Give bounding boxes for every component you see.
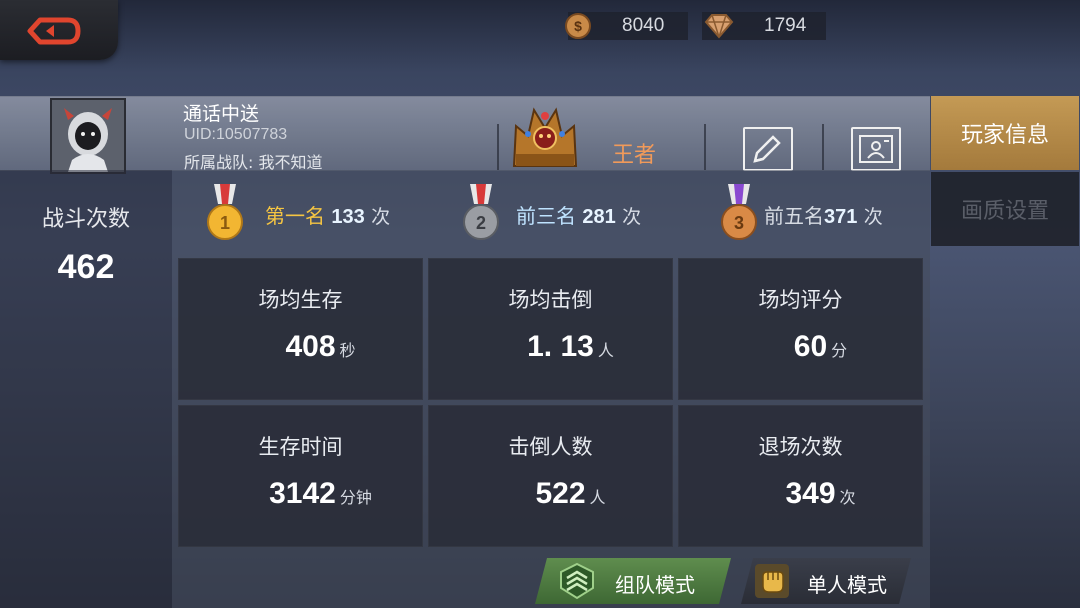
gold-value: 8040 [622, 15, 665, 36]
solo-mode-label: 单人模式 [807, 573, 887, 597]
medal-top5-label: 前五名 [764, 204, 824, 228]
medal-first-stat: 第一名 133 次 [265, 200, 390, 229]
gem-value: 1794 [764, 15, 807, 36]
stat-title: 击倒人数 [508, 435, 593, 459]
medal-top3-stat: 前三名 281 次 [516, 200, 641, 229]
team-mode-label: 组队模式 [615, 573, 695, 597]
stat-title: 生存时间 [258, 435, 343, 459]
medal-top3-label: 前三名 [516, 204, 576, 228]
gold-medal-1-icon: 1 [207, 184, 243, 240]
stat-card-avg-survival: 场均生存 408 秒 [178, 258, 423, 400]
stat-value: 3142 [269, 477, 336, 510]
svg-text:2: 2 [476, 213, 486, 233]
back-arrow-icon [27, 17, 81, 45]
medal-first-unit: 次 [371, 206, 391, 228]
id-card-icon [859, 135, 893, 163]
player-uid: UID:10507783 [184, 126, 288, 143]
svg-text:1: 1 [220, 213, 230, 233]
stat-value: 1. 13 [527, 330, 594, 363]
stat-card-survival-time: 生存时间 3142 分钟 [178, 405, 423, 547]
profile-card-button[interactable] [851, 127, 901, 171]
gem-counter: 1794 [702, 12, 826, 40]
diamond-icon [704, 14, 734, 39]
silver-medal-2-icon: 2 [463, 184, 499, 240]
edit-profile-button[interactable] [743, 127, 793, 171]
battles-label: 战斗次数 [41, 207, 130, 232]
tab-graphics-settings[interactable]: 画质设置 [931, 172, 1079, 246]
team-mode-button[interactable]: 组队模式 [535, 558, 731, 604]
edit-pencil-icon [753, 135, 781, 163]
stat-unit: 分钟 [339, 488, 372, 507]
stat-value: 522 [535, 477, 586, 510]
solo-mode-button[interactable]: 单人模式 [741, 558, 911, 604]
stat-card-avg-rating: 场均评分 60 分 [678, 258, 923, 400]
stat-value: 408 [285, 330, 336, 363]
stat-card-avg-knockdowns: 场均击倒 1. 13 人 [428, 258, 673, 400]
svg-text:3: 3 [734, 213, 744, 233]
svg-text:$: $ [574, 18, 582, 34]
avatar[interactable] [50, 98, 126, 174]
rank-crown-icon [512, 107, 578, 167]
stat-card-total-knockdowns: 击倒人数 522 人 [428, 405, 673, 547]
stat-unit: 秒 [339, 341, 356, 360]
stat-value: 60 [793, 330, 828, 363]
medal-top3-unit: 次 [622, 206, 642, 228]
left-summary-panel [0, 170, 172, 608]
rank-title: 王者 [612, 143, 657, 168]
stat-value: 349 [785, 477, 836, 510]
stat-title: 场均生存 [258, 288, 343, 312]
stat-unit: 人 [589, 488, 606, 507]
medal-top3-count: 281 [582, 206, 616, 228]
bronze-medal-3-icon: 3 [721, 184, 757, 240]
medal-top5-count: 371 [824, 206, 858, 228]
medal-first-count: 133 [331, 206, 365, 228]
divider [497, 124, 499, 170]
stat-unit: 人 [597, 341, 614, 360]
avatar-character-icon [52, 100, 124, 172]
squad-rank-icon [557, 562, 597, 600]
medal-first-label: 第一名 [265, 204, 325, 228]
stat-title: 场均评分 [758, 288, 843, 312]
stat-unit: 次 [839, 488, 856, 507]
divider [704, 124, 706, 170]
tab-player-info[interactable]: 玩家信息 [931, 96, 1079, 170]
fist-icon [753, 562, 791, 600]
medal-top5-stat: 前五名371 次 [764, 200, 883, 229]
medal-top5-unit: 次 [863, 206, 883, 228]
player-name: 通话中送 [183, 103, 260, 125]
gold-counter: $ 8040 [565, 12, 688, 40]
stat-unit: 分 [831, 341, 848, 360]
stat-title: 退场次数 [758, 435, 843, 459]
battles-value: 462 [57, 248, 115, 286]
back-button[interactable] [0, 0, 118, 60]
stat-title: 场均击倒 [508, 288, 593, 312]
divider [822, 124, 824, 170]
coin-icon: $ [565, 13, 591, 39]
stat-card-quit-count: 退场次数 349 次 [678, 405, 923, 547]
